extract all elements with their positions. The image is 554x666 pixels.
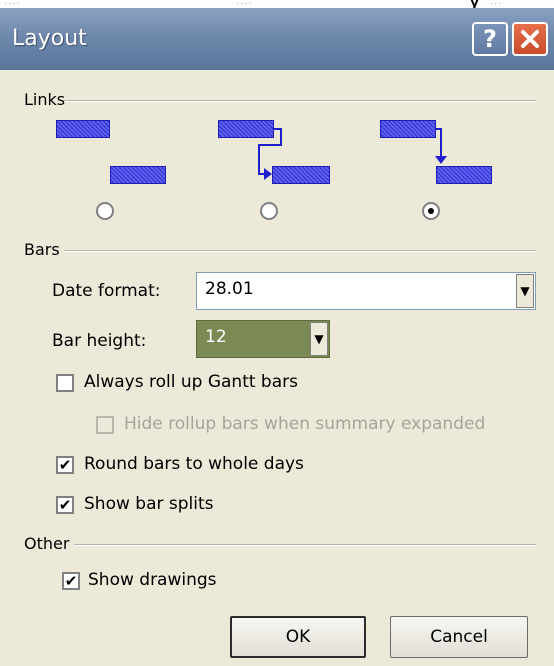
links-group: Links: [18, 90, 536, 110]
chevron-down-icon: ▼: [520, 284, 530, 298]
title-bar[interactable]: Layout ?: [0, 8, 554, 70]
link-style-radio-3[interactable]: [422, 202, 440, 220]
close-icon: [521, 30, 539, 48]
ok-button-label: OK: [285, 627, 311, 647]
link-line: [258, 144, 260, 174]
successor-bar: [110, 166, 166, 184]
date-format-dropdown-button[interactable]: ▼: [516, 274, 534, 308]
group-divider: [64, 250, 536, 252]
link-style-radio-2[interactable]: [260, 202, 278, 220]
help-button[interactable]: ?: [472, 22, 508, 56]
group-divider: [64, 100, 536, 102]
chevron-down-icon: ▼: [314, 332, 324, 346]
predecessor-bar: [380, 120, 436, 138]
help-icon: ?: [483, 25, 497, 53]
link-style-radio-1[interactable]: [96, 202, 114, 220]
link-arrow-icon: [435, 156, 447, 164]
show-drawings-checkbox[interactable]: ✔: [62, 572, 80, 590]
dialog-title: Layout: [12, 26, 87, 51]
predecessor-bar: [56, 120, 110, 138]
background-dots: ...: [490, 0, 503, 7]
other-legend: Other: [24, 534, 74, 553]
checkmark-icon: ✔: [64, 572, 78, 590]
date-format-value: 28.01: [205, 279, 254, 299]
hide-rollup-checkbox[interactable]: [96, 416, 114, 434]
checkmark-icon: ✔: [58, 496, 72, 514]
bar-height-value: 12: [205, 327, 227, 347]
predecessor-bar: [218, 120, 274, 138]
always-roll-up-label: Always roll up Gantt bars: [84, 372, 298, 392]
show-bar-splits-label: Show bar splits: [84, 494, 214, 514]
date-format-label: Date format:: [52, 281, 161, 301]
background-dots: ....: [4, 0, 21, 7]
show-bar-splits-checkbox[interactable]: ✔: [56, 496, 74, 514]
bars-legend: Bars: [24, 240, 64, 259]
successor-bar: [436, 166, 492, 184]
ok-button[interactable]: OK: [230, 616, 366, 658]
layout-dialog: Layout ? Links Bars Date format: 28.01 ▼…: [0, 8, 554, 666]
date-format-select[interactable]: 28.01: [196, 272, 536, 310]
successor-bar: [272, 166, 330, 184]
bars-group: Bars: [18, 240, 536, 260]
round-bars-label: Round bars to whole days: [84, 454, 304, 474]
always-roll-up-checkbox[interactable]: [56, 374, 74, 392]
cancel-button-label: Cancel: [430, 627, 488, 647]
cancel-button[interactable]: Cancel: [390, 616, 528, 658]
bar-height-label: Bar height:: [52, 331, 147, 351]
round-bars-checkbox[interactable]: ✔: [56, 456, 74, 474]
checkmark-icon: ✔: [58, 456, 72, 474]
close-button[interactable]: [512, 22, 548, 56]
links-legend: Links: [24, 90, 70, 109]
link-line: [440, 128, 442, 158]
other-group: Other: [18, 534, 536, 554]
show-drawings-label: Show drawings: [88, 570, 217, 590]
link-line: [258, 144, 282, 146]
background-dots: ....: [236, 0, 253, 7]
bar-height-dropdown-button[interactable]: ▼: [310, 322, 328, 356]
hide-rollup-label: Hide rollup bars when summary expanded: [124, 414, 486, 434]
group-divider: [74, 544, 536, 546]
